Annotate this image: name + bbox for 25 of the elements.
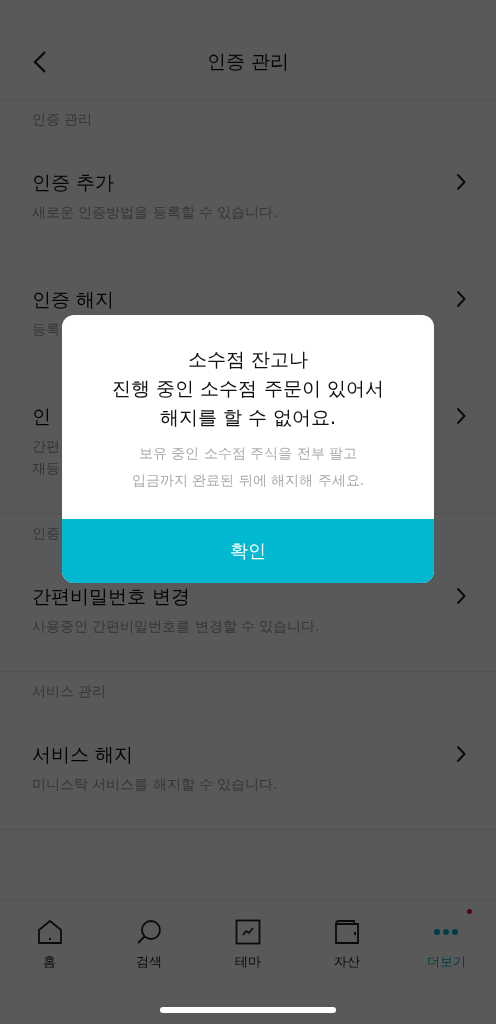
back-icon[interactable] — [33, 50, 47, 74]
tab-bar-item[interactable]: 자산 — [297, 917, 397, 1024]
tab-bar-item[interactable]: 검색 — [99, 917, 199, 1024]
screen-title: 인증 관리 — [206, 48, 289, 74]
menu-item-title[interactable]: 인 — [32, 402, 51, 430]
tab-bar-item[interactable]: 더보기 — [396, 917, 496, 1024]
chevron-right-icon[interactable] — [456, 745, 466, 763]
wallet-icon — [334, 919, 361, 945]
dialog-message: 보유 중인 소수점 주식을 전부 팔고 입금까지 완료된 뒤에 해지해 주세요. — [131, 444, 365, 490]
chevron-right-icon[interactable] — [456, 587, 466, 605]
more-icon — [434, 928, 459, 936]
house-icon — [36, 919, 63, 945]
menu-item-title[interactable]: 인증 해지 — [32, 285, 115, 313]
search-icon — [135, 919, 162, 945]
menu-item-title[interactable]: 간편비밀번호 변경 — [32, 582, 191, 610]
menu-item-title[interactable]: 서비스 해지 — [32, 740, 134, 768]
dialog-title: 소수점 잔고나 진행 중인 소수점 주문이 있어서 해지를 할 수 없어요. — [112, 347, 384, 430]
confirm-button[interactable]: 확인 — [62, 519, 434, 583]
chevron-right-icon[interactable] — [456, 173, 466, 191]
chevron-right-icon[interactable] — [456, 290, 466, 308]
tab-bar-item[interactable]: 홈 — [0, 917, 100, 1024]
chevron-right-icon[interactable] — [456, 407, 466, 425]
menu-item-title[interactable]: 인증 추가 — [32, 168, 115, 196]
chart-icon — [235, 919, 261, 945]
tab-bar-item[interactable]: 테마 — [198, 917, 298, 1024]
